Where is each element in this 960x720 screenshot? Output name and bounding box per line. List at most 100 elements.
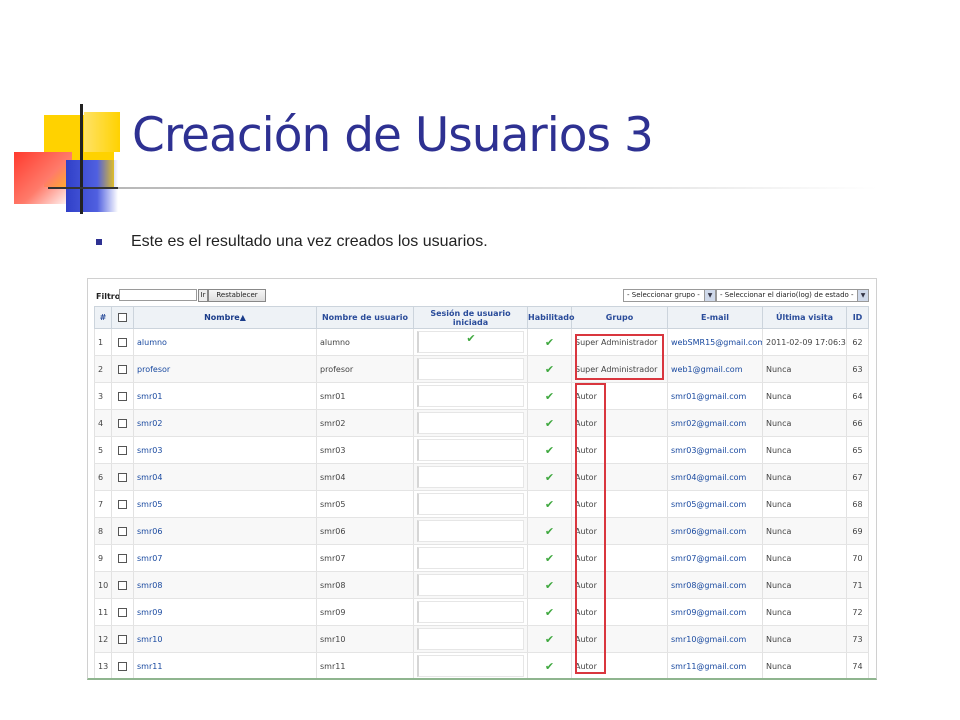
row-number: 3 <box>94 382 112 410</box>
user-name-link[interactable]: smr01 <box>137 392 162 401</box>
row-checkbox[interactable] <box>118 364 127 374</box>
enabled-check-icon[interactable]: ✔ <box>545 525 554 538</box>
enabled-check-icon[interactable]: ✔ <box>545 579 554 592</box>
row-number: 1 <box>94 328 112 356</box>
row-checkbox[interactable] <box>118 634 127 644</box>
email-link[interactable]: webSMR15@gmail.com <box>671 338 762 347</box>
enabled-check-icon[interactable]: ✔ <box>545 363 554 376</box>
email-link[interactable]: smr02@gmail.com <box>671 419 746 428</box>
row-checkbox[interactable] <box>118 445 127 455</box>
row-checkbox[interactable] <box>118 499 127 509</box>
session-indicator <box>417 412 524 434</box>
enabled-check-icon[interactable]: ✔ <box>545 336 554 349</box>
row-checkbox[interactable] <box>118 337 127 347</box>
enabled-check-icon[interactable]: ✔ <box>545 606 554 619</box>
row-checkbox[interactable] <box>118 580 127 590</box>
session-cell <box>413 598 528 626</box>
row-number: 5 <box>94 436 112 464</box>
name-cell: smr08 <box>133 571 317 599</box>
username-cell: profesor <box>316 355 414 383</box>
name-cell: alumno <box>133 328 317 356</box>
column-header-group[interactable]: Grupo <box>571 306 668 329</box>
enabled-check-icon[interactable]: ✔ <box>545 417 554 430</box>
column-header-id[interactable]: ID <box>846 306 869 329</box>
group-cell: Autor <box>571 625 668 653</box>
last-visit-cell: Nunca <box>762 409 847 437</box>
enabled-check-icon[interactable]: ✔ <box>545 390 554 403</box>
email-link[interactable]: smr11@gmail.com <box>671 662 746 671</box>
user-name-link[interactable]: smr06 <box>137 527 162 536</box>
name-cell: smr01 <box>133 382 317 410</box>
enabled-check-icon[interactable]: ✔ <box>545 471 554 484</box>
log-state-select[interactable]: - Seleccionar el diario(log) de estado -… <box>716 289 869 302</box>
session-indicator <box>417 601 524 623</box>
log-state-select-value: - Seleccionar el diario(log) de estado - <box>720 291 854 299</box>
enabled-cell: ✔ <box>527 382 572 410</box>
column-header-email[interactable]: E-mail <box>667 306 763 329</box>
email-link[interactable]: smr03@gmail.com <box>671 446 746 455</box>
select-all-checkbox[interactable] <box>118 313 127 322</box>
title-underline <box>118 187 878 189</box>
enabled-cell: ✔ <box>527 409 572 437</box>
logged-in-check-icon: ✔ <box>466 332 476 345</box>
email-link[interactable]: smr07@gmail.com <box>671 554 746 563</box>
user-name-link[interactable]: smr10 <box>137 635 162 644</box>
table-row: 12 smr10 smr10 ✔ Autor smr10@gmail.com Nunca 73 <box>94 625 869 653</box>
email-cell: smr04@gmail.com <box>667 463 763 491</box>
enabled-check-icon[interactable]: ✔ <box>545 444 554 457</box>
row-checkbox[interactable] <box>118 607 127 617</box>
slide-decoration <box>0 0 140 230</box>
user-name-link[interactable]: smr05 <box>137 500 162 509</box>
user-name-link[interactable]: smr07 <box>137 554 162 563</box>
group-select[interactable]: - Seleccionar grupo - ▼ <box>623 289 716 302</box>
email-link[interactable]: smr09@gmail.com <box>671 608 746 617</box>
row-checkbox[interactable] <box>118 472 127 482</box>
enabled-check-icon[interactable]: ✔ <box>545 552 554 565</box>
column-header-enabled[interactable]: Habilitado <box>527 306 575 329</box>
row-checkbox[interactable] <box>118 418 127 428</box>
enabled-cell: ✔ <box>527 490 572 518</box>
row-number: 6 <box>94 463 112 491</box>
user-name-link[interactable]: smr03 <box>137 446 162 455</box>
email-link[interactable]: smr10@gmail.com <box>671 635 746 644</box>
email-link[interactable]: smr08@gmail.com <box>671 581 746 590</box>
id-cell: 67 <box>846 463 869 491</box>
column-header-name[interactable]: Nombre▲ <box>133 306 317 329</box>
email-link[interactable]: smr06@gmail.com <box>671 527 746 536</box>
user-name-link[interactable]: smr08 <box>137 581 162 590</box>
session-indicator <box>417 439 524 461</box>
enabled-check-icon[interactable]: ✔ <box>545 498 554 511</box>
column-header-username[interactable]: Nombre de usuario <box>316 306 414 329</box>
reset-button[interactable]: Restablecer <box>208 289 266 302</box>
username-cell: smr08 <box>316 571 414 599</box>
enabled-check-icon[interactable]: ✔ <box>545 633 554 646</box>
id-cell: 64 <box>846 382 869 410</box>
go-button[interactable]: Ir <box>198 289 208 302</box>
email-link[interactable]: web1@gmail.com <box>671 365 742 374</box>
user-name-link[interactable]: smr11 <box>137 662 162 671</box>
column-header-session: Sesión de usuario iniciada <box>413 306 528 329</box>
row-checkbox[interactable] <box>118 553 127 563</box>
session-cell <box>413 652 528 678</box>
email-cell: web1@gmail.com <box>667 355 763 383</box>
user-name-link[interactable]: alumno <box>137 338 167 347</box>
session-indicator <box>417 520 524 542</box>
user-name-link[interactable]: smr02 <box>137 419 162 428</box>
user-name-link[interactable]: smr04 <box>137 473 162 482</box>
user-name-link[interactable]: profesor <box>137 365 170 374</box>
column-header-last-visit[interactable]: Última visita <box>762 306 847 329</box>
user-name-link[interactable]: smr09 <box>137 608 162 617</box>
table-row: 13 smr11 smr11 ✔ Autor smr11@gmail.com Nunca 74 <box>94 652 869 678</box>
row-checkbox[interactable] <box>118 391 127 401</box>
session-cell: ✔ <box>413 328 528 356</box>
filter-input[interactable] <box>119 289 197 301</box>
email-link[interactable]: smr04@gmail.com <box>671 473 746 482</box>
column-header-select-all[interactable] <box>111 306 134 329</box>
row-checkbox[interactable] <box>118 526 127 536</box>
email-link[interactable]: smr05@gmail.com <box>671 500 746 509</box>
email-cell: smr01@gmail.com <box>667 382 763 410</box>
enabled-check-icon[interactable]: ✔ <box>545 660 554 673</box>
session-indicator <box>417 574 524 596</box>
email-link[interactable]: smr01@gmail.com <box>671 392 746 401</box>
row-checkbox[interactable] <box>118 661 127 671</box>
